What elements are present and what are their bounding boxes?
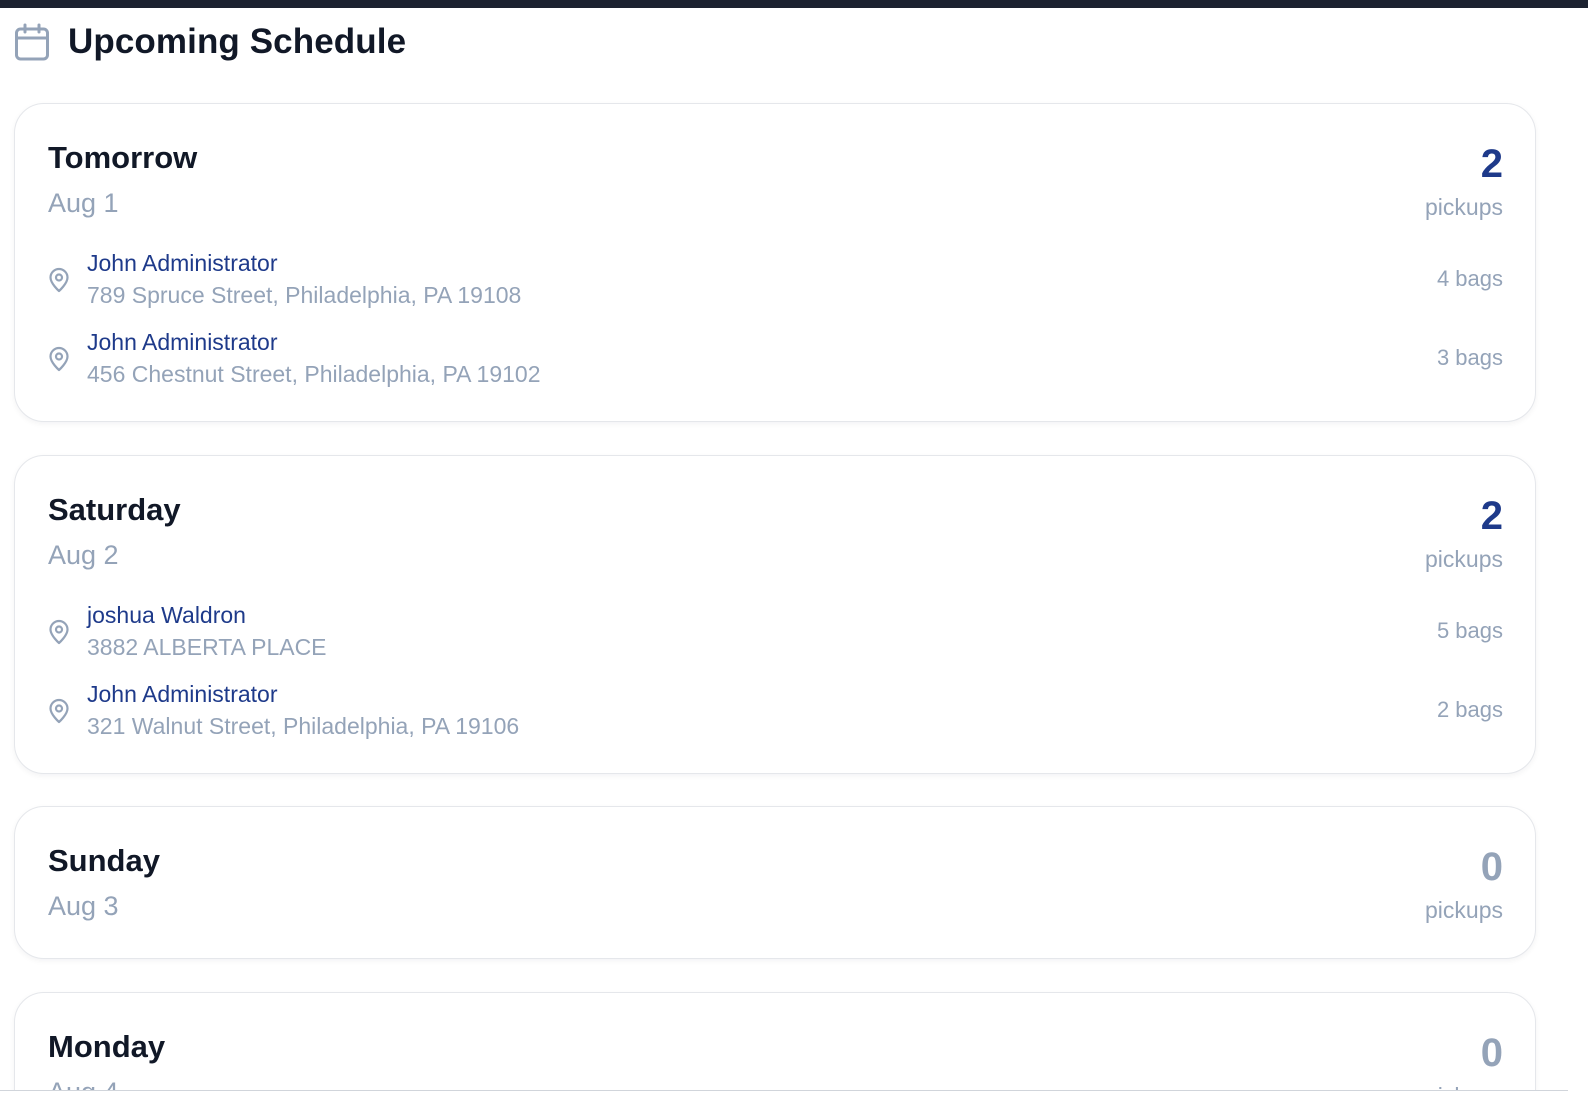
day-name: Monday — [48, 1029, 166, 1064]
pickup-count: 0 — [1480, 1031, 1503, 1075]
day-card-tomorrow: Tomorrow Aug 1 2 pickups John Administra… — [14, 103, 1536, 422]
page-title: Upcoming Schedule — [68, 22, 407, 61]
bag-count: 3 bags — [1436, 345, 1503, 370]
day-date: Aug 3 — [48, 891, 119, 921]
bag-count: 5 bags — [1436, 618, 1503, 643]
bag-count: 2 bags — [1436, 697, 1503, 722]
pickup-item[interactable]: John Administrator 456 Chestnut Street, … — [48, 329, 1503, 395]
map-pin-icon — [48, 698, 70, 724]
pickup-count-label: pickups — [1425, 194, 1503, 220]
customer-name[interactable]: John Administrator — [87, 681, 277, 708]
customer-name[interactable]: John Administrator — [87, 250, 277, 277]
day-card-saturday: Saturday Aug 2 2 pickups joshua Waldron … — [14, 455, 1536, 774]
schedule-scroll-area[interactable]: Upcoming Schedule Tomorrow Aug 1 2 picku… — [0, 0, 1568, 1091]
pickup-item[interactable]: John Administrator 789 Spruce Street, Ph… — [48, 250, 1503, 316]
customer-name[interactable]: joshua Waldron — [87, 602, 246, 629]
day-name: Saturday — [48, 492, 181, 527]
pickup-address: 3882 ALBERTA PLACE — [87, 634, 327, 660]
pickup-count-label: pickups — [1425, 546, 1503, 572]
day-card-monday: Monday Aug 4 0 pickups — [14, 992, 1536, 1091]
map-pin-icon — [48, 267, 70, 293]
day-card-sunday: Sunday Aug 3 0 pickups — [14, 806, 1536, 959]
pickup-address: 321 Walnut Street, Philadelphia, PA 1910… — [87, 713, 520, 739]
pickup-count: 0 — [1480, 845, 1503, 889]
calendar-icon — [14, 22, 50, 62]
day-name: Tomorrow — [48, 140, 198, 175]
customer-name[interactable]: John Administrator — [87, 329, 277, 356]
pickup-address: 456 Chestnut Street, Philadelphia, PA 19… — [87, 361, 541, 387]
map-pin-icon — [48, 619, 70, 645]
schedule-header: Upcoming Schedule — [14, 22, 406, 62]
map-pin-icon — [48, 346, 70, 372]
pickup-address: 789 Spruce Street, Philadelphia, PA 1910… — [87, 282, 522, 308]
viewport-bottom-border — [0, 1090, 1568, 1091]
pickup-count-label: pickups — [1425, 897, 1503, 923]
pickup-item[interactable]: John Administrator 321 Walnut Street, Ph… — [48, 681, 1503, 747]
pickup-count: 2 — [1480, 494, 1503, 538]
day-name: Sunday — [48, 843, 160, 878]
day-date: Aug 4 — [48, 1077, 119, 1091]
bag-count: 4 bags — [1436, 266, 1503, 291]
day-date: Aug 2 — [48, 540, 119, 570]
pickup-count: 2 — [1480, 142, 1503, 186]
pickup-item[interactable]: joshua Waldron 3882 ALBERTA PLACE 5 bags — [48, 602, 1503, 668]
day-date: Aug 1 — [48, 188, 119, 218]
